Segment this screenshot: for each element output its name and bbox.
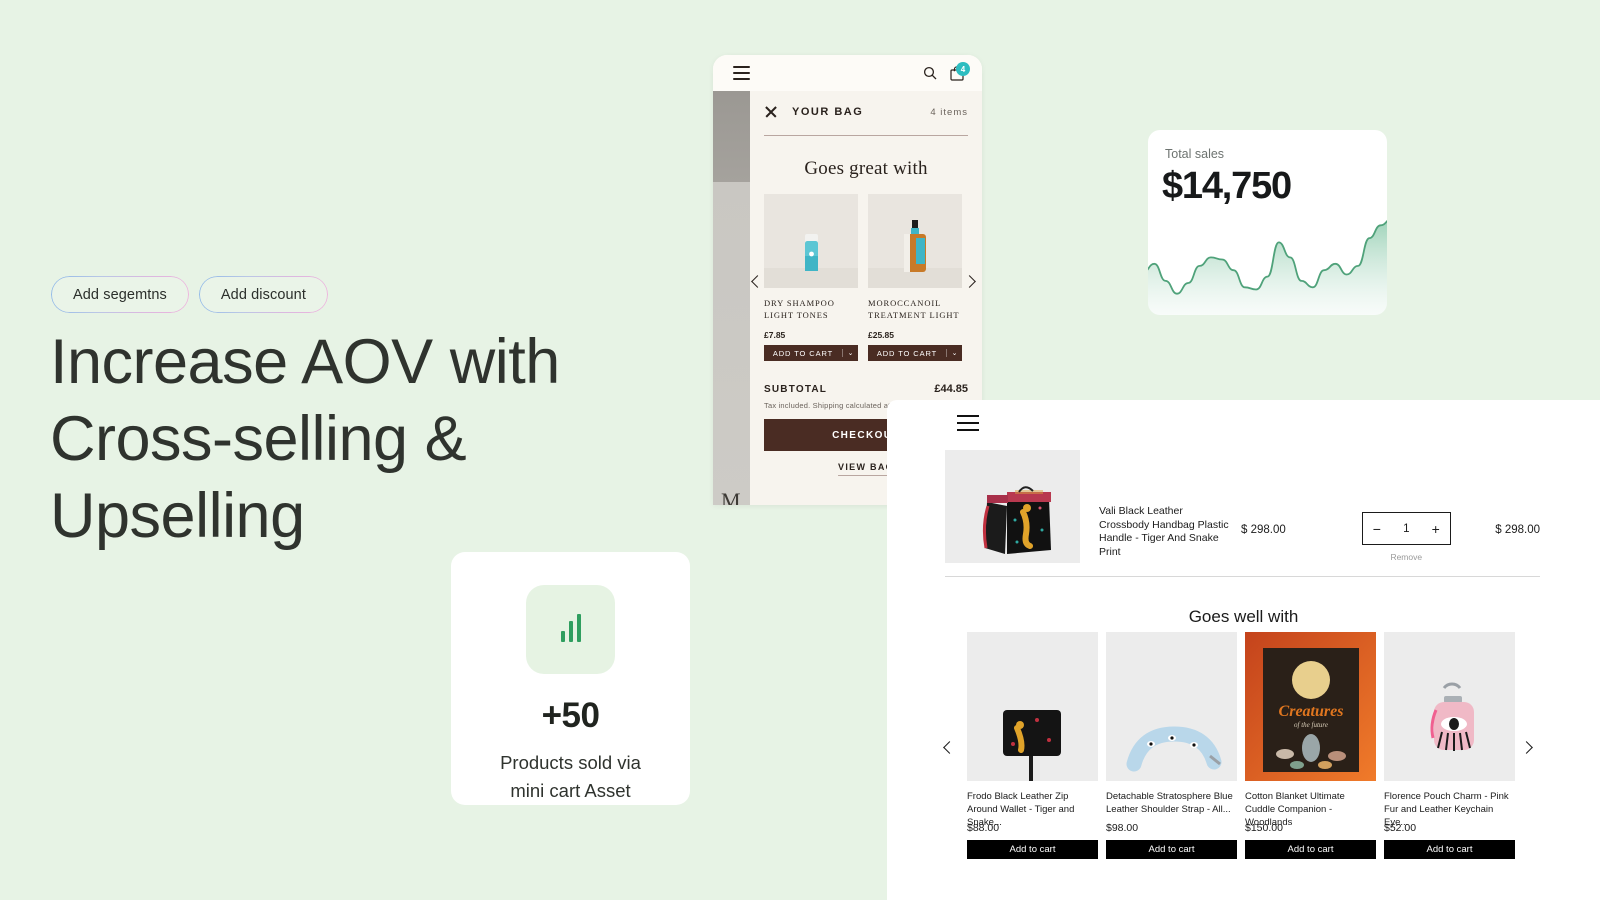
page-title: Increase AOV with Cross-selling & Upsell… <box>50 324 690 555</box>
product-image[interactable] <box>945 450 1080 563</box>
section-divider <box>945 576 1540 577</box>
add-to-cart-button[interactable]: Add to cart <box>1106 840 1237 859</box>
product-image[interactable]: Creatures of the future <box>1245 632 1376 781</box>
list-item[interactable]: Frodo Black Leather Zip Around Wallet - … <box>967 632 1098 859</box>
store-page-heading: M Sh <box>721 486 744 505</box>
product-name: Frodo Black Leather Zip Around Wallet - … <box>967 791 1075 828</box>
product-name: Florence Pouch Charm - Pink Fur and Leat… <box>1384 791 1509 828</box>
add-to-cart-button[interactable]: Add to cart <box>1245 840 1376 859</box>
list-item[interactable]: DRY SHAMPOO LIGHT TONES £7.85 ADD TO CAR… <box>764 194 858 361</box>
subtotal-label: SUBTOTAL <box>764 384 828 395</box>
hamburger-icon[interactable] <box>957 415 979 436</box>
hero-stage: Add segemtns Add discount Increase AOV w… <box>0 0 1600 900</box>
dry-shampoo-can-image <box>764 194 858 288</box>
stat-label-line-2: mini cart Asset <box>510 780 631 801</box>
drawer-divider <box>764 135 968 136</box>
subtotal-row: SUBTOTAL £44.85 <box>764 383 968 395</box>
add-segments-button[interactable]: Add segemtns <box>51 276 189 313</box>
recommendation-carousel: Frodo Black Leather Zip Around Wallet - … <box>967 632 1515 859</box>
bg-text-line-1: M <box>721 488 741 505</box>
add-discount-button[interactable]: Add discount <box>198 276 328 313</box>
recommendations-section-title: Goes well with <box>1188 607 1299 626</box>
desktop-cart-mockup: Vali Black Leather Crossbody Handbag Pla… <box>887 400 1600 900</box>
product-image[interactable] <box>1106 632 1237 781</box>
chevron-right-icon[interactable] <box>1520 735 1533 758</box>
add-to-cart-button[interactable]: Add to cart <box>1384 840 1515 859</box>
total-sales-label: Total sales <box>1165 147 1225 161</box>
list-item[interactable]: Creatures of the future Cotton Blanket U… <box>1245 632 1376 859</box>
product-name: Detachable Stratosphere Blue Leather Sho… <box>1106 791 1233 815</box>
list-item[interactable]: MOROCCANOIL TREATMENT LIGHT £25.85 ADD T… <box>868 194 962 361</box>
bar-chart-icon <box>526 585 615 674</box>
product-name: MOROCCANOIL TREATMENT LIGHT <box>868 298 960 320</box>
pill-button-group: Add segemtns Add discount <box>51 276 328 313</box>
svg-text:Creatures: Creatures <box>1279 703 1344 720</box>
quantity-stepper[interactable]: − 1 + <box>1361 512 1451 545</box>
drawer-item-count: 4 items <box>930 106 968 118</box>
moroccanoil-bottle-image <box>868 194 962 288</box>
bag-count-badge: 4 <box>956 62 970 76</box>
list-item[interactable]: Detachable Stratosphere Blue Leather Sho… <box>1106 632 1237 859</box>
product-price: $88.00 <box>967 822 1000 834</box>
line-item-unit-price: $ 298.00 <box>1241 524 1286 536</box>
remove-link[interactable]: Remove <box>1362 552 1451 562</box>
add-to-cart-label: ADD TO CART <box>772 348 834 358</box>
add-to-cart-button[interactable]: ADD TO CART ⌄ <box>868 345 962 361</box>
product-price: £7.85 <box>764 330 786 340</box>
mini-cart-recommendation-list: DRY SHAMPOO LIGHT TONES £7.85 ADD TO CAR… <box>764 194 968 361</box>
close-icon[interactable] <box>764 105 778 119</box>
chevron-right-icon[interactable] <box>963 273 976 291</box>
view-bag-label: VIEW BAG <box>838 462 894 472</box>
product-price: $98.00 <box>1106 822 1139 834</box>
headline-line-1: Increase AOV with <box>50 327 560 397</box>
drawer-title: YOUR BAG <box>792 106 864 118</box>
line-item-total: $ 298.00 <box>1495 524 1540 536</box>
quantity-increment-button[interactable]: + <box>1432 522 1440 536</box>
drawer-header: YOUR BAG 4 items <box>764 91 968 119</box>
product-name: DRY SHAMPOO LIGHT TONES <box>764 298 835 320</box>
product-name: Cotton Blanket Ultimate Cuddle Companion… <box>1245 791 1345 828</box>
stat-value: +50 <box>541 696 600 735</box>
chevron-left-icon[interactable] <box>943 735 956 758</box>
product-price: £25.85 <box>868 330 894 340</box>
cart-line-item: Vali Black Leather Crossbody Handbag Pla… <box>945 450 1540 563</box>
subtotal-value: £44.85 <box>934 383 968 395</box>
product-image[interactable] <box>967 632 1098 781</box>
product-image[interactable] <box>1384 632 1515 781</box>
list-item[interactable]: Florence Pouch Charm - Pink Fur and Leat… <box>1384 632 1515 859</box>
chevron-left-icon[interactable] <box>751 273 764 291</box>
mobile-topbar: 4 <box>713 55 982 91</box>
hamburger-icon[interactable] <box>733 66 750 84</box>
stat-label: Products sold via mini cart Asset <box>481 749 661 805</box>
search-icon[interactable] <box>923 66 937 85</box>
add-to-cart-button[interactable]: ADD TO CART ⌄ <box>764 345 858 361</box>
mini-cart-section-title: Goes great with <box>804 158 928 179</box>
line-item-title: Vali Black Leather Crossbody Handbag Pla… <box>1099 505 1229 558</box>
quantity-value: 1 <box>1403 522 1410 535</box>
add-to-cart-label: ADD TO CART <box>876 348 938 358</box>
product-price: $150.00 <box>1245 822 1283 834</box>
add-to-cart-button[interactable]: Add to cart <box>967 840 1098 859</box>
total-sales-sparkline-chart <box>1148 220 1387 315</box>
quantity-stepper-group: − 1 + Remove <box>1361 450 1451 562</box>
products-sold-stat-card: +50 Products sold via mini cart Asset <box>451 552 690 805</box>
stat-label-line-1: Products sold via <box>500 752 641 773</box>
svg-text:of the future: of the future <box>1294 721 1328 729</box>
product-price: $52.00 <box>1384 822 1417 834</box>
headline-line-3: Upselling <box>50 481 305 551</box>
chevron-down-icon[interactable]: ⌄ <box>946 349 962 357</box>
quantity-decrement-button[interactable]: − <box>1373 522 1381 536</box>
headline-line-2: Cross-selling & <box>50 404 467 474</box>
total-sales-card: Total sales $14,750 <box>1148 130 1387 315</box>
chevron-down-icon[interactable]: ⌄ <box>842 349 858 357</box>
